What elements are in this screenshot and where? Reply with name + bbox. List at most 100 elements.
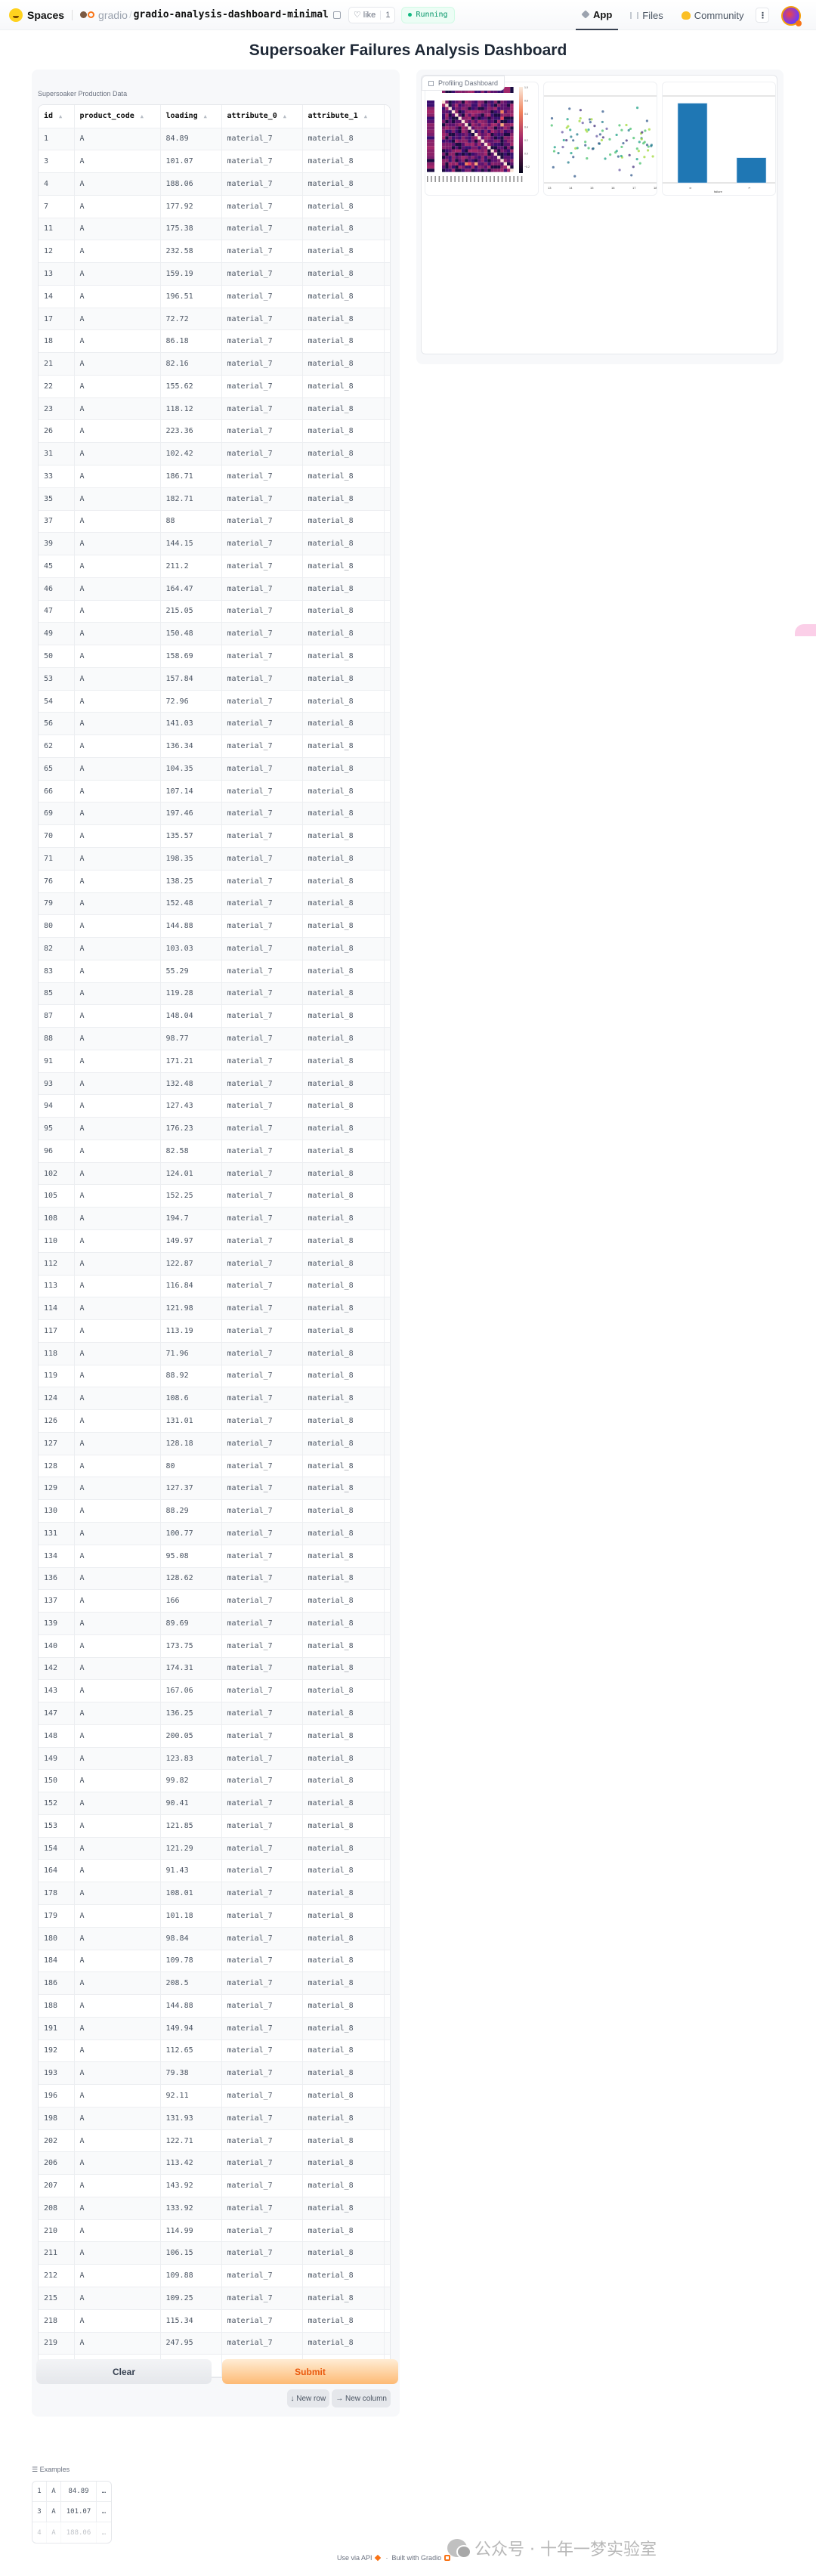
table-cell[interactable]: 212 (39, 2264, 75, 2287)
table-cell[interactable]: 108.6 (160, 1387, 222, 1411)
table-cell[interactable]: material_8 (302, 2174, 385, 2197)
table-cell[interactable]: 9 (384, 1747, 390, 1770)
table-cell[interactable]: material_8 (302, 1207, 385, 1231)
table-cell[interactable]: material_8 (302, 1634, 385, 1658)
table-cell[interactable]: material_7 (221, 2039, 303, 2063)
table-cell[interactable]: 56 (39, 712, 75, 736)
table-cell[interactable]: material_8 (302, 1567, 385, 1591)
table-cell[interactable]: 138.25 (160, 870, 222, 893)
clear-button[interactable]: Clear (36, 2359, 212, 2384)
table-cell[interactable]: 116.84 (160, 1275, 222, 1298)
table-cell[interactable]: 113 (39, 1275, 75, 1298)
table-cell[interactable]: A (74, 128, 161, 151)
table-cell[interactable]: 9 (384, 1994, 390, 2018)
table-cell[interactable]: material_8 (302, 2264, 385, 2287)
table-cell[interactable]: material_8 (302, 824, 385, 848)
table-cell[interactable]: material_7 (221, 937, 303, 960)
column-header-at[interactable]: at (384, 105, 390, 128)
table-cell[interactable]: 9 (384, 1927, 390, 1950)
table-cell[interactable]: A (74, 1094, 161, 1118)
table-cell[interactable]: 136 (39, 1567, 75, 1591)
table-cell[interactable]: material_7 (221, 195, 303, 218)
table-cell[interactable]: 72.72 (160, 308, 222, 331)
table-cell[interactable]: A (74, 1904, 161, 1928)
table-cell[interactable]: 9 (384, 1409, 390, 1433)
table-cell[interactable]: 191 (39, 2017, 75, 2040)
table-cell[interactable]: A (74, 555, 161, 578)
table-cell[interactable]: material_7 (221, 465, 303, 488)
table-cell[interactable]: 9 (384, 1072, 390, 1096)
table-cell[interactable]: A (74, 2107, 161, 2130)
table-cell[interactable]: A (74, 1117, 161, 1140)
table-cell[interactable]: material_8 (302, 982, 385, 1006)
user-avatar[interactable] (781, 6, 802, 26)
table-cell[interactable]: material_7 (221, 1859, 303, 1883)
table-cell[interactable]: A (74, 802, 161, 826)
table-cell[interactable]: 118 (39, 1342, 75, 1365)
copy-icon[interactable] (332, 11, 341, 19)
table-cell[interactable]: 82.16 (160, 352, 222, 376)
table-cell[interactable]: material_7 (221, 1297, 303, 1321)
table-cell[interactable]: 9 (384, 2309, 390, 2333)
table-cell[interactable]: material_7 (221, 1455, 303, 1478)
table-cell[interactable]: A (74, 1207, 161, 1231)
table-cell[interactable]: 123.83 (160, 1747, 222, 1770)
table-cell[interactable]: A (74, 1432, 161, 1455)
table-cell[interactable]: 3 (39, 150, 75, 174)
table-cell[interactable]: 9 (384, 150, 390, 174)
table-cell[interactable]: 9 (384, 1859, 390, 1883)
table-cell[interactable]: 87 (39, 1004, 75, 1028)
table-cell[interactable]: 188 (39, 1994, 75, 2018)
table-cell[interactable]: material_7 (221, 1342, 303, 1365)
table-cell[interactable]: material_8 (302, 1769, 385, 1793)
table-cell[interactable]: 175.38 (160, 218, 222, 241)
table-cell[interactable]: material_8 (302, 2061, 385, 2086)
table-cell[interactable]: material_7 (221, 667, 303, 691)
table-cell[interactable]: material_8 (302, 1545, 385, 1568)
table-cell[interactable]: 178 (39, 1882, 75, 1905)
table-cell[interactable]: material_7 (221, 150, 303, 174)
table-cell[interactable]: 54 (39, 690, 75, 713)
table-cell[interactable]: material_8 (302, 645, 385, 668)
table-cell[interactable]: 206 (39, 2151, 75, 2176)
spaces-link[interactable]: Spaces (27, 9, 64, 21)
table-cell[interactable]: material_7 (221, 2061, 303, 2086)
table-cell[interactable]: 9 (384, 1094, 390, 1118)
table-cell[interactable]: A (74, 195, 161, 218)
table-cell[interactable]: 37 (39, 510, 75, 533)
table-cell[interactable]: 136.34 (160, 734, 222, 758)
table-cell[interactable]: 155.62 (160, 375, 222, 398)
table-cell[interactable]: 132.48 (160, 1072, 222, 1096)
table-cell[interactable]: 70 (39, 824, 75, 848)
table-cell[interactable]: 11 (39, 218, 75, 241)
table-cell[interactable]: material_7 (221, 442, 303, 465)
sort-icon[interactable]: ▲ (364, 113, 367, 119)
table-cell[interactable]: 9 (384, 1117, 390, 1140)
table-cell[interactable]: 139 (39, 1612, 75, 1635)
table-cell[interactable]: 101.18 (160, 1904, 222, 1928)
table-cell[interactable]: 1 (39, 128, 75, 151)
table-cell[interactable]: material_8 (302, 2309, 385, 2333)
table-cell[interactable]: material_8 (302, 1702, 385, 1725)
table-cell[interactable]: 7 (39, 195, 75, 218)
table-cell[interactable]: material_7 (221, 982, 303, 1006)
table-cell[interactable]: material_7 (221, 1387, 303, 1411)
table-cell[interactable]: material_7 (221, 1409, 303, 1433)
table-cell[interactable]: material_8 (302, 847, 385, 871)
table-cell[interactable]: 124.01 (160, 1162, 222, 1186)
table-cell[interactable]: 9 (384, 1455, 390, 1478)
table-cell[interactable]: A (74, 1297, 161, 1321)
table-cell[interactable]: A (74, 352, 161, 376)
table-cell[interactable]: 154 (39, 1837, 75, 1860)
table-cell[interactable]: material_8 (302, 1409, 385, 1433)
table-cell[interactable]: A (74, 532, 161, 556)
table-cell[interactable]: material_8 (302, 1027, 385, 1050)
table-cell[interactable]: 171.21 (160, 1050, 222, 1073)
table-cell[interactable]: material_8 (302, 1657, 385, 1681)
table-cell[interactable]: 208.5 (160, 1971, 222, 1996)
table-cell[interactable]: A (74, 442, 161, 465)
table-cell[interactable]: material_7 (221, 1477, 303, 1501)
table-cell[interactable]: 177.92 (160, 195, 222, 218)
table-cell[interactable]: A (74, 734, 161, 758)
table-cell[interactable]: 9 (384, 1342, 390, 1365)
